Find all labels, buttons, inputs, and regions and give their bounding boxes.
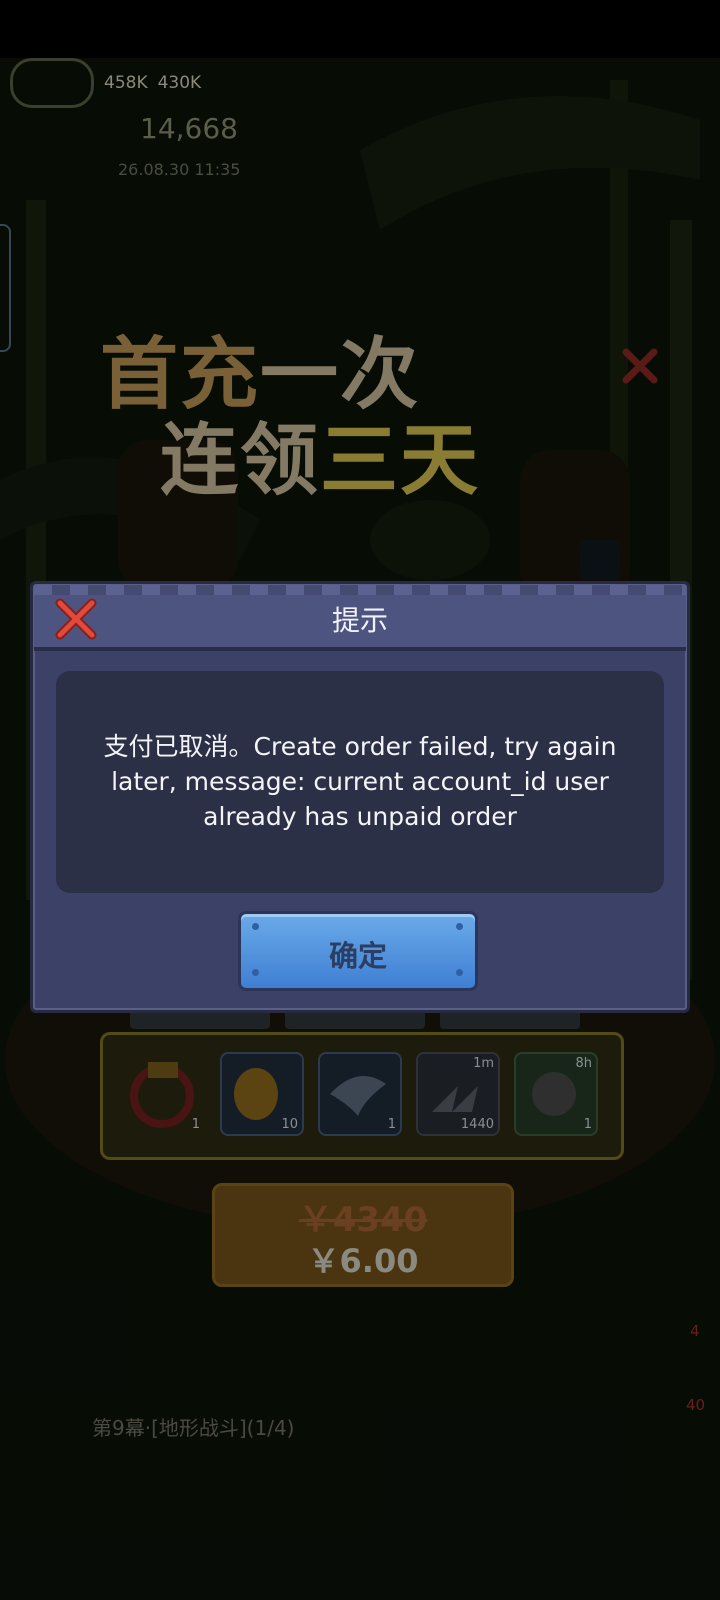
resource-row: 458K 430K bbox=[10, 58, 202, 108]
side-drawer-tab[interactable] bbox=[0, 224, 11, 352]
item-count: 1 bbox=[387, 1117, 396, 1132]
dialog-message-panel: 支付已取消。Create order failed, try again lat… bbox=[56, 671, 664, 893]
purchase-button[interactable]: ￥4340 ￥6.00 bbox=[212, 1183, 514, 1287]
stage-progress-text: 第9幕·[地形战斗](1/4) bbox=[92, 1416, 295, 1440]
notification-badge: 40 bbox=[686, 1396, 706, 1414]
confirm-label: 确定 bbox=[328, 939, 387, 973]
original-price: ￥4340 bbox=[298, 1200, 428, 1240]
button-rivet bbox=[456, 923, 463, 930]
reward-item[interactable]: 1 bbox=[318, 1052, 402, 1136]
dialog-header: 提示 bbox=[34, 585, 686, 651]
reward-item[interactable]: 10 bbox=[220, 1052, 304, 1136]
winged-bird-icon bbox=[330, 1076, 386, 1116]
resource-value: 458K bbox=[104, 73, 148, 93]
item-tag: 1m bbox=[473, 1056, 494, 1071]
reward-item[interactable]: 1m 1440 bbox=[416, 1052, 500, 1136]
reward-item[interactable]: 8h 1 bbox=[514, 1052, 598, 1136]
banner-text: 连领 bbox=[160, 416, 321, 506]
item-tag: 8h bbox=[575, 1056, 592, 1071]
header-decoration bbox=[34, 585, 686, 595]
banner-text: 三天 bbox=[320, 416, 481, 506]
status-bar bbox=[0, 0, 720, 58]
item-count: 1 bbox=[583, 1117, 592, 1132]
button-rivet bbox=[252, 923, 259, 930]
banner-close-icon[interactable] bbox=[622, 348, 658, 384]
confirm-button[interactable]: 确定 bbox=[238, 911, 478, 991]
dialog-message: 支付已取消。Create order failed, try again lat… bbox=[103, 732, 617, 831]
avatar[interactable] bbox=[10, 58, 94, 108]
item-count: 1 bbox=[191, 1117, 200, 1132]
resource-value: 430K bbox=[157, 73, 202, 93]
alert-dialog: 提示 支付已取消。Create order failed, try again … bbox=[30, 581, 690, 1013]
reward-item[interactable]: 1 bbox=[122, 1052, 206, 1136]
item-count: 10 bbox=[281, 1117, 298, 1132]
gold-amount: 14,668 bbox=[140, 112, 238, 145]
banner-title-line2: 连领三天 bbox=[160, 398, 480, 510]
current-price: ￥6.00 bbox=[307, 1242, 419, 1280]
notification-badge: 4 bbox=[690, 1322, 700, 1340]
item-count: 1440 bbox=[460, 1117, 494, 1132]
event-timestamp: 26.08.30 11:35 bbox=[118, 160, 241, 179]
dialog-title: 提示 bbox=[331, 604, 388, 637]
